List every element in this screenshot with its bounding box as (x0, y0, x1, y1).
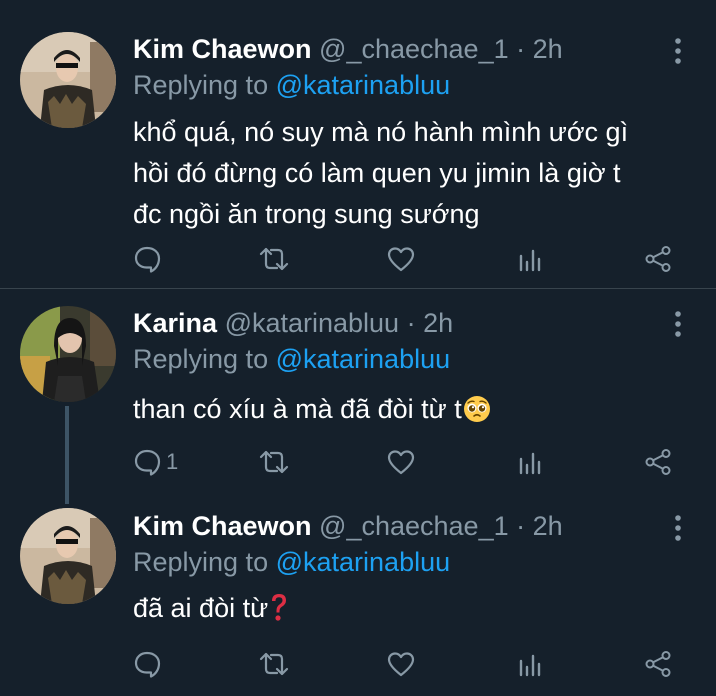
retweet-icon (258, 447, 290, 477)
tweet-1[interactable]: Kim Chaewon @_chaechae_1 · 2h Replying t… (0, 0, 716, 289)
replying-to-label: Replying to (133, 344, 269, 374)
heart-icon (386, 244, 416, 274)
timestamp[interactable]: 2h (423, 308, 453, 338)
mention-link[interactable]: @katarinabluu (276, 70, 451, 100)
replying-to: Replying to @katarinabluu (133, 68, 450, 102)
reply-button[interactable] (132, 241, 162, 277)
tweet-text: khổ quá, nó suy mà nó hành mình ước gì h… (133, 112, 693, 235)
comment-icon (132, 649, 162, 679)
replying-to: Replying to @katarinabluu (133, 545, 450, 579)
tweet-actions (0, 241, 716, 277)
share-button[interactable] (643, 646, 673, 682)
like-button[interactable] (386, 241, 416, 277)
like-button[interactable] (386, 444, 416, 480)
separator-dot: · (516, 511, 526, 541)
tweet-text: than có xíu à mà đã đòi từ t (133, 389, 693, 430)
tweet-text: đã ai đòi từ (133, 588, 693, 629)
retweet-icon (258, 649, 290, 679)
tweet-text-line: đc ngồi ăn trong sung sướng (133, 199, 480, 229)
stats-icon (516, 244, 546, 274)
reply-button[interactable]: 1 (132, 444, 178, 480)
share-button[interactable] (643, 241, 673, 277)
avatar-kim-chaewon[interactable] (20, 32, 116, 128)
more-options-icon[interactable] (666, 36, 690, 66)
heart-icon (386, 447, 416, 477)
tweet-text-line: khổ quá, nó suy mà nó hành mình ước gì (133, 117, 629, 147)
red-question-mark-emoji (269, 592, 289, 622)
tweet-header: Kim Chaewon @_chaechae_1 · 2h (133, 32, 656, 66)
comment-icon (132, 244, 162, 274)
stats-icon (516, 649, 546, 679)
display-name[interactable]: Karina (133, 308, 217, 338)
comment-icon (132, 447, 162, 477)
reply-button[interactable] (132, 646, 162, 682)
share-icon (643, 649, 673, 679)
stats-icon (516, 447, 546, 477)
retweet-button[interactable] (258, 444, 290, 480)
tweet-header: Kim Chaewon @_chaechae_1 · 2h (133, 509, 656, 543)
tweet-text-line: hồi đó đừng có làm quen yu jimin là giờ … (133, 158, 621, 188)
tweet-header: Karina @katarinabluu · 2h (133, 306, 656, 340)
user-handle[interactable]: @katarinabluu (225, 308, 400, 338)
timestamp[interactable]: 2h (533, 511, 563, 541)
tweet-actions: 1 (0, 444, 716, 480)
tweet-3[interactable]: Kim Chaewon @_chaechae_1 · 2h Replying t… (0, 489, 716, 696)
avatar-karina[interactable] (20, 306, 116, 402)
like-button[interactable] (386, 646, 416, 682)
retweet-icon (258, 244, 290, 274)
more-options-icon[interactable] (666, 309, 690, 339)
stats-button[interactable] (516, 444, 546, 480)
mention-link[interactable]: @katarinabluu (276, 344, 451, 374)
tweet-2[interactable]: Karina @katarinabluu · 2h Replying to @k… (0, 289, 716, 504)
separator-dot: · (516, 34, 526, 64)
replying-to-label: Replying to (133, 547, 269, 577)
tweet-text-content: than có xíu à mà đã đòi từ t (133, 394, 462, 424)
heart-icon (386, 649, 416, 679)
tweet-text-content: đã ai đòi từ (133, 593, 269, 623)
retweet-button[interactable] (258, 646, 290, 682)
retweet-button[interactable] (258, 241, 290, 277)
display-name[interactable]: Kim Chaewon (133, 511, 312, 541)
more-options-icon[interactable] (666, 513, 690, 543)
user-handle[interactable]: @_chaechae_1 (319, 34, 509, 64)
share-icon (643, 447, 673, 477)
timestamp[interactable]: 2h (533, 34, 563, 64)
reply-count: 1 (166, 449, 179, 474)
share-button[interactable] (643, 444, 673, 480)
stats-button[interactable] (516, 646, 546, 682)
replying-to: Replying to @katarinabluu (133, 342, 450, 376)
stats-button[interactable] (516, 241, 546, 277)
display-name[interactable]: Kim Chaewon (133, 34, 312, 64)
share-icon (643, 244, 673, 274)
pleading-face-emoji (463, 395, 491, 423)
replying-to-label: Replying to (133, 70, 269, 100)
mention-link[interactable]: @katarinabluu (276, 547, 451, 577)
tweet-actions (0, 646, 716, 682)
avatar-kim-chaewon[interactable] (20, 508, 116, 604)
user-handle[interactable]: @_chaechae_1 (319, 511, 509, 541)
separator-dot: · (406, 308, 416, 338)
